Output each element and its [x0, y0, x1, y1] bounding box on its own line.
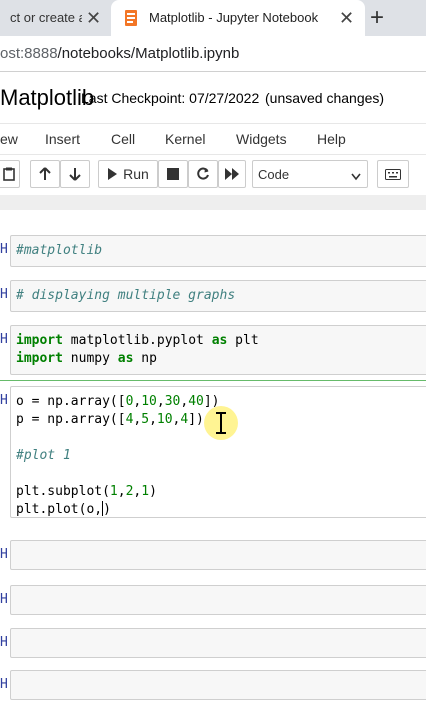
menu-help[interactable]: Help — [317, 131, 346, 147]
close-icon[interactable]: ✕ — [339, 8, 354, 29]
code-cell[interactable]: H — [0, 585, 426, 615]
cell-prompt: H — [0, 287, 8, 302]
cell-input[interactable] — [10, 540, 426, 570]
restart-icon — [196, 167, 210, 181]
notebook-toolbar: Run Code — [0, 155, 426, 195]
chevron-down-icon — [351, 169, 361, 184]
tab-title: Matplotlib - Jupyter Notebook — [149, 10, 319, 25]
menu-view[interactable]: ew — [0, 131, 18, 147]
notebook-header: Matplotlib Last Checkpoint: 07/27/2022 (… — [0, 73, 426, 123]
run-button[interactable]: Run — [98, 160, 158, 188]
run-label: Run — [123, 166, 149, 182]
menu-widgets[interactable]: Widgets — [236, 131, 287, 147]
cell-prompt: H — [0, 547, 8, 562]
cell-prompt: H — [0, 592, 8, 607]
stop-icon — [167, 168, 179, 180]
code-line: # displaying multiple graphs — [16, 288, 236, 303]
code-line: p = np.array([4,5,10,4]) — [16, 412, 204, 427]
restart-kernel-button[interactable] — [188, 160, 218, 188]
code-line: plt.subplot(1,2,1) — [16, 484, 157, 499]
command-palette-button[interactable] — [377, 160, 409, 188]
move-cell-up-button[interactable] — [30, 160, 60, 188]
cell-input[interactable]: # displaying multiple graphs — [10, 280, 426, 312]
paste-icon — [3, 167, 15, 181]
code-line: #matplotlib — [16, 243, 103, 258]
url-host: ost:8888 — [0, 45, 58, 62]
code-cell[interactable]: H import matplotlib.pyplot as plt import… — [0, 325, 426, 375]
code-line: plt.plot(o,) — [16, 501, 111, 517]
cell-input[interactable]: import matplotlib.pyplot as plt import n… — [10, 325, 426, 375]
run-icon — [107, 168, 118, 180]
code-line: #plot 1 — [16, 448, 71, 463]
keyboard-icon — [385, 168, 401, 180]
browser-tab-inactive[interactable]: ct or create a n ✕ — [0, 0, 110, 36]
restart-run-all-button[interactable] — [218, 160, 246, 188]
code-cell[interactable]: H #matplotlib — [0, 235, 426, 267]
notebook-container: H #matplotlib H # displaying multiple gr… — [0, 210, 426, 720]
move-up-icon — [39, 167, 51, 181]
text-cursor — [102, 501, 104, 516]
code-cell[interactable]: H — [0, 670, 426, 700]
menubar: ew Insert Cell Kernel Widgets Help — [0, 123, 426, 155]
cell-prompt: H — [0, 635, 8, 650]
menu-insert[interactable]: Insert — [45, 131, 80, 147]
code-line: import numpy as np — [16, 351, 157, 366]
cell-input[interactable] — [10, 628, 426, 658]
url-path: /notebooks/Matplotlib.ipynb — [57, 45, 240, 62]
jupyter-favicon — [123, 9, 139, 27]
tab-title: ct or create a n — [10, 10, 82, 25]
code-cell[interactable]: H — [0, 540, 426, 570]
cell-prompt: H — [0, 332, 8, 347]
menu-cell[interactable]: Cell — [111, 131, 135, 147]
cell-input[interactable] — [10, 585, 426, 615]
close-icon[interactable]: ✕ — [86, 8, 101, 29]
code-cell[interactable]: H # displaying multiple graphs — [0, 280, 426, 312]
cell-type-select[interactable]: Code — [252, 160, 368, 188]
unsaved-indicator: (unsaved changes) — [265, 90, 385, 106]
new-tab-icon[interactable]: + — [370, 4, 384, 32]
cell-prompt: H — [0, 677, 8, 692]
code-line: import matplotlib.pyplot as plt — [16, 333, 259, 348]
browser-tab-active[interactable]: Matplotlib - Jupyter Notebook ✕ — [111, 0, 365, 36]
move-down-icon — [69, 167, 81, 181]
cell-input[interactable] — [10, 670, 426, 700]
interrupt-kernel-button[interactable] — [158, 160, 188, 188]
notebook-area: H #matplotlib H # displaying multiple gr… — [0, 195, 426, 720]
cell-prompt: H — [0, 393, 8, 408]
cell-prompt: H — [0, 242, 8, 257]
code-cell[interactable]: H — [0, 628, 426, 658]
code-line: o = np.array([0,10,30,40]) — [16, 394, 220, 409]
mouse-cursor-highlight — [204, 406, 238, 440]
address-bar[interactable]: ost:8888/notebooks/Matplotlib.ipynb — [0, 36, 426, 72]
move-cell-down-button[interactable] — [60, 160, 90, 188]
cell-type-value: Code — [258, 167, 290, 182]
checkpoint-status: Last Checkpoint: 07/27/2022 — [81, 90, 260, 106]
url-text[interactable]: ost:8888/notebooks/Matplotlib.ipynb — [0, 45, 239, 62]
paste-button[interactable] — [0, 160, 20, 188]
ibeam-cursor-icon — [216, 412, 226, 434]
fast-forward-icon — [225, 168, 239, 180]
cell-input[interactable]: #matplotlib — [10, 235, 426, 267]
browser-tab-strip: ct or create a n ✕ Matplotlib - Jupyter … — [0, 0, 426, 36]
menu-kernel[interactable]: Kernel — [165, 131, 205, 147]
code-cell-active[interactable]: H o = np.array([0,10,30,40]) p = np.arra… — [0, 380, 426, 524]
